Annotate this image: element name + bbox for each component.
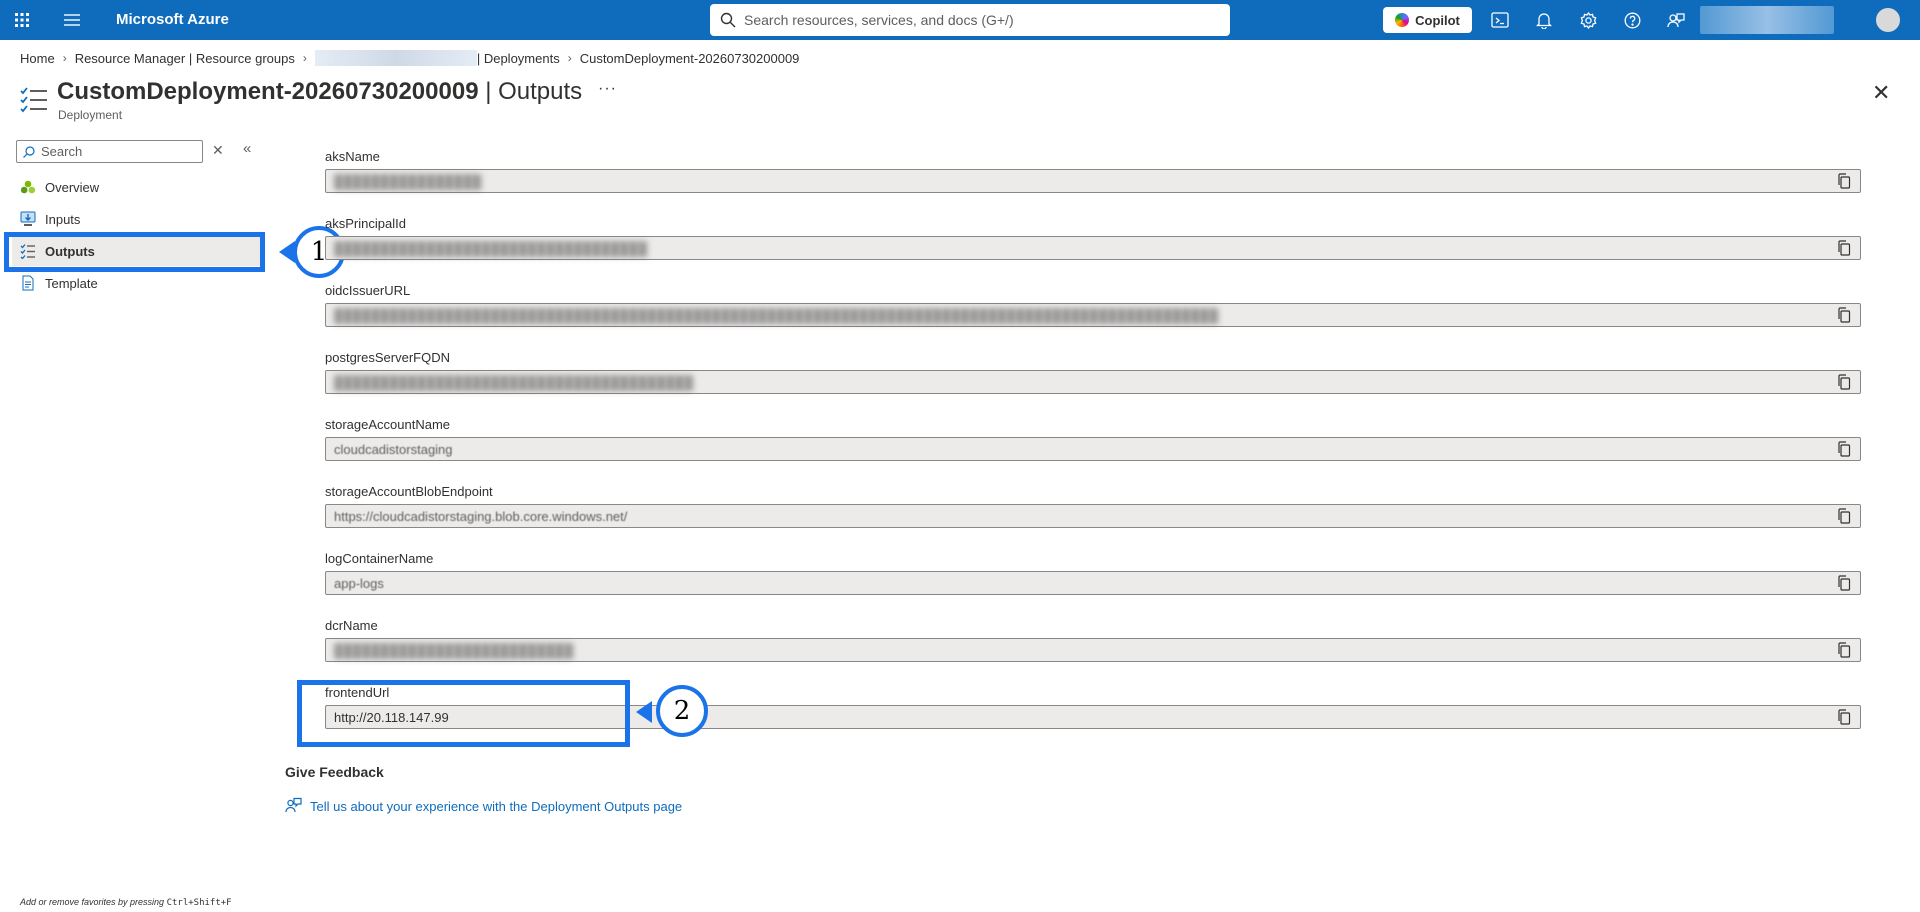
feedback-heading: Give Feedback (285, 764, 384, 780)
hamburger-icon[interactable] (52, 0, 92, 40)
favorites-hint: Add or remove favorites by pressing Ctrl… (20, 897, 232, 908)
breadcrumb: Home › Resource Manager | Resource group… (20, 50, 799, 66)
output-label-logContainerName: logContainerName (325, 551, 434, 566)
nav-item-label: Template (45, 275, 98, 291)
copy-icon[interactable] (1836, 173, 1852, 189)
brand-title[interactable]: Microsoft Azure (116, 11, 229, 28)
inputs-icon (20, 211, 36, 227)
nav-item-label: Inputs (45, 211, 81, 227)
output-field-aksPrincipalId[interactable]: ██████████████████████████████████ (325, 236, 1861, 260)
output-field-storageAccountBlobEndpoint[interactable]: https://cloudcadistorstaging.blob.core.w… (325, 504, 1861, 528)
clear-search-icon[interactable]: ✕ (212, 142, 224, 159)
copy-icon[interactable] (1836, 508, 1852, 524)
output-value-redacted: ████████████████████████████████████████… (334, 307, 1219, 323)
nav-search-placeholder: Search (41, 144, 83, 159)
global-search-input[interactable]: Search resources, services, and docs (G+… (710, 4, 1230, 36)
output-value-redacted: ████████████████ (334, 173, 482, 189)
nav-item-overview[interactable]: Overview (12, 172, 262, 202)
copy-icon[interactable] (1836, 575, 1852, 591)
output-label-dcrName: dcrName (325, 618, 378, 633)
copy-icon[interactable] (1836, 240, 1852, 256)
copy-icon[interactable] (1836, 374, 1852, 390)
copy-icon[interactable] (1836, 642, 1852, 658)
callout-pointer (636, 701, 652, 723)
breadcrumb-deployment[interactable]: CustomDeployment-20260730200009 (580, 51, 800, 66)
help-icon[interactable] (1612, 0, 1652, 40)
output-field-dcrName[interactable]: ██████████████████████████ (325, 638, 1861, 662)
output-field-logContainerName[interactable]: app-logs (325, 571, 1861, 595)
output-label-storageAccountName: storageAccountName (325, 417, 451, 432)
breadcrumb-resource-groups[interactable]: Resource Manager | Resource groups (75, 51, 295, 66)
page-title-suffix: | Outputs (478, 78, 583, 105)
cloud-shell-icon[interactable] (1480, 0, 1520, 40)
chevron-right-icon: › (62, 51, 67, 65)
account-name-redacted[interactable] (1700, 6, 1834, 34)
output-value-redacted: ██████████████████████████████████ (334, 240, 648, 256)
copilot-button[interactable]: Copilot (1383, 7, 1472, 33)
output-value-redacted: ██████████████████████████ (334, 642, 574, 658)
bell-icon[interactable] (1524, 0, 1564, 40)
waffle-icon[interactable] (2, 0, 42, 40)
highlight-box-frontend-url (297, 680, 630, 747)
copy-icon[interactable] (1836, 709, 1852, 725)
copilot-label: Copilot (1415, 12, 1460, 28)
nav-item-inputs[interactable]: Inputs (12, 204, 262, 234)
output-label-aksPrincipalId: aksPrincipalId (325, 216, 406, 231)
deployment-icon (20, 87, 48, 118)
page-subtitle: Deployment (58, 108, 123, 122)
avatar[interactable] (1876, 8, 1900, 32)
copilot-icon (1395, 13, 1410, 27)
breadcrumb-home[interactable]: Home (20, 51, 55, 66)
output-value: cloudcadistorstaging (334, 441, 453, 457)
search-placeholder: Search resources, services, and docs (G+… (744, 12, 1014, 28)
copy-icon[interactable] (1836, 307, 1852, 323)
highlight-box-outputs (4, 232, 265, 272)
chevron-right-icon: › (567, 51, 572, 65)
output-value: app-logs (334, 575, 384, 591)
output-field-postgresServerFQDN[interactable]: ███████████████████████████████████████ (325, 370, 1861, 394)
feedback-icon[interactable] (1656, 0, 1696, 40)
nav-item-label: Overview (45, 179, 100, 195)
feedback-link[interactable]: Tell us about your experience with the D… (285, 797, 682, 816)
copy-icon[interactable] (1836, 441, 1852, 457)
breadcrumb-resource-group-redacted[interactable] (314, 50, 477, 66)
search-icon (720, 12, 736, 28)
nav-search-input[interactable]: Search (16, 140, 203, 163)
top-bar: Microsoft Azure Search resources, servic… (0, 0, 1920, 40)
chevron-right-icon: › (302, 51, 307, 65)
output-value: https://cloudcadistorstaging.blob.core.w… (334, 508, 628, 524)
output-field-aksName[interactable]: ████████████████ (325, 169, 1861, 193)
feedback-link-text: Tell us about your experience with the D… (310, 799, 683, 814)
output-label-postgresServerFQDN: postgresServerFQDN (325, 350, 450, 365)
page-title-main: CustomDeployment-20260730200009 (57, 78, 479, 105)
feedback-person-icon (285, 797, 302, 816)
output-label-storageAccountBlobEndpoint: storageAccountBlobEndpoint (325, 484, 493, 499)
favorites-hint-shortcut: Ctrl+Shift+F (166, 898, 232, 908)
output-value-redacted: ███████████████████████████████████████ (334, 374, 694, 390)
callout-2: 2 (656, 685, 708, 737)
close-icon[interactable]: ✕ (1872, 80, 1890, 106)
favorites-hint-text: Add or remove favorites by pressing (20, 897, 167, 907)
more-options-button[interactable]: ··· (598, 80, 617, 98)
collapse-nav-icon[interactable]: « (243, 140, 251, 157)
output-label-oidcIssuerURL: oidcIssuerURL (325, 283, 411, 298)
template-icon (20, 275, 36, 291)
breadcrumb-deployments[interactable]: | Deployments (477, 51, 560, 66)
output-field-storageAccountName[interactable]: cloudcadistorstaging (325, 437, 1861, 461)
settings-icon[interactable] (1568, 0, 1608, 40)
output-field-oidcIssuerURL[interactable]: ████████████████████████████████████████… (325, 303, 1861, 327)
search-icon (23, 145, 35, 158)
page-title: CustomDeployment-20260730200009 | Output… (57, 78, 582, 106)
overview-icon (20, 179, 36, 195)
nav-item-template[interactable]: Template (12, 268, 262, 298)
output-label-aksName: aksName (325, 149, 380, 164)
